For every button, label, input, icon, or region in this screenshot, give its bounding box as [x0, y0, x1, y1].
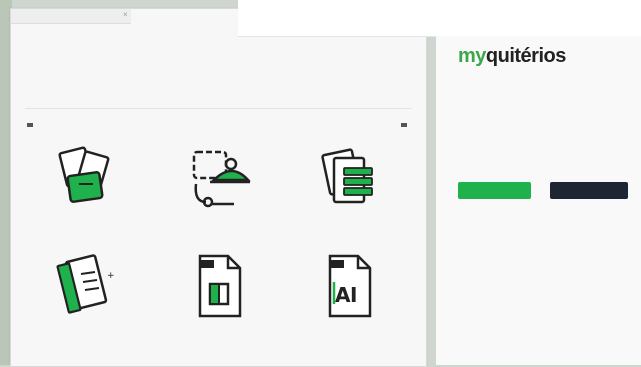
svg-text:+: + [107, 271, 115, 281]
spreadsheet-icon [321, 148, 373, 204]
arrow-right-icon [401, 123, 407, 127]
file-3d-icon [198, 254, 242, 318]
arrow-left-icon [27, 123, 33, 127]
top-toolbar [238, 0, 641, 37]
notebook-icon: + [56, 254, 115, 314]
file-type-tile[interactable]: A I [294, 252, 404, 326]
nav-back-button[interactable] [27, 123, 36, 127]
divider [25, 108, 412, 109]
logo-my: my [458, 45, 486, 67]
browser-tab[interactable]: × [11, 9, 131, 24]
file-type-tile[interactable] [164, 252, 274, 326]
logo-text: quitérios [485, 45, 566, 67]
documents-icon [58, 146, 110, 203]
primary-button[interactable] [458, 182, 531, 199]
svg-text:A: A [335, 283, 351, 307]
nav-forward-button[interactable] [401, 123, 410, 127]
file-type-tile[interactable] [164, 144, 274, 218]
file-type-tile[interactable]: + [29, 252, 139, 326]
serving-tray-icon [192, 150, 251, 208]
secondary-button[interactable] [550, 182, 628, 199]
close-icon[interactable]: × [123, 10, 128, 19]
file-type-tile[interactable] [29, 144, 139, 218]
login-panel: myquitérios [436, 36, 641, 365]
file-type-window: × + A I [10, 8, 427, 367]
window-header [25, 49, 412, 53]
svg-text:I: I [350, 283, 357, 307]
brand-logo: myquitérios [458, 45, 566, 68]
file-ai-icon: A I [328, 254, 372, 318]
file-type-tile[interactable] [294, 144, 404, 218]
